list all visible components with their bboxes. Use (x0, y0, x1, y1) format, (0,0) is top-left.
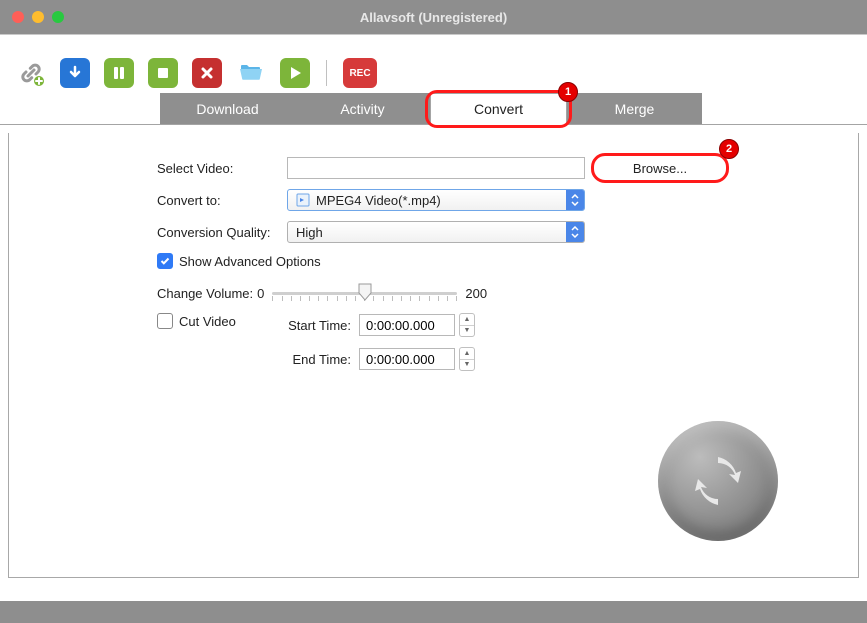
start-time-label: Start Time: (269, 318, 359, 333)
tab-convert-label: Convert (474, 101, 523, 117)
stepper-down-icon[interactable]: ▼ (460, 360, 474, 371)
convert-panel: Select Video: Browse... 2 Convert to: MP… (8, 133, 859, 578)
folder-open-icon[interactable] (236, 58, 266, 88)
play-icon[interactable] (280, 58, 310, 88)
dropdown-arrow-icon (566, 190, 584, 210)
stop-icon[interactable] (148, 58, 178, 88)
end-time-label: End Time: (269, 352, 359, 367)
dropdown-arrow-icon (566, 222, 584, 242)
check-icon (160, 256, 170, 266)
tab-convert[interactable]: Convert 1 (430, 93, 567, 125)
convert-to-select[interactable]: MPEG4 Video(*.mp4) (287, 189, 585, 211)
tab-download[interactable]: Download (160, 93, 295, 125)
change-volume-label: Change Volume: (157, 286, 253, 301)
link-add-icon[interactable] (16, 58, 46, 88)
show-advanced-checkbox[interactable] (157, 253, 173, 269)
select-video-label: Select Video: (157, 161, 287, 176)
download-icon[interactable] (60, 58, 90, 88)
conversion-quality-label: Conversion Quality: (157, 225, 287, 240)
toolbar: REC (0, 53, 867, 93)
annotation-highlight-browse (591, 153, 729, 183)
conversion-quality-value: High (296, 225, 323, 240)
start-time-input[interactable] (359, 314, 455, 336)
title-bar: Allavsoft (Unregistered) (0, 0, 867, 34)
record-icon[interactable]: REC (343, 58, 377, 88)
refresh-icon (690, 453, 746, 509)
tab-bar: Download Activity Convert 1 Merge (0, 93, 867, 125)
annotation-badge-1: 1 (558, 82, 578, 102)
tab-activity[interactable]: Activity (295, 93, 430, 125)
show-advanced-label: Show Advanced Options (179, 254, 321, 269)
volume-slider[interactable] (272, 283, 457, 303)
delete-icon[interactable] (192, 58, 222, 88)
end-time-input[interactable] (359, 348, 455, 370)
browse-button[interactable]: Browse... 2 (595, 157, 725, 179)
volume-min-label: 0 (257, 286, 264, 301)
stepper-up-icon[interactable]: ▲ (460, 348, 474, 360)
window-title: Allavsoft (Unregistered) (0, 10, 867, 25)
file-type-icon (296, 193, 310, 207)
toolbar-separator (326, 60, 327, 86)
cut-video-label: Cut Video (179, 314, 236, 329)
annotation-badge-2: 2 (719, 139, 739, 159)
slider-thumb-icon[interactable] (357, 283, 373, 299)
convert-to-label: Convert to: (157, 193, 287, 208)
end-time-stepper[interactable]: ▲▼ (459, 347, 475, 371)
tab-merge[interactable]: Merge (567, 93, 702, 125)
convert-to-value: MPEG4 Video(*.mp4) (316, 193, 441, 208)
pause-icon[interactable] (104, 58, 134, 88)
conversion-quality-select[interactable]: High (287, 221, 585, 243)
convert-action-button[interactable] (658, 421, 778, 541)
start-time-stepper[interactable]: ▲▼ (459, 313, 475, 337)
status-bar (0, 601, 867, 623)
select-video-input[interactable] (287, 157, 585, 179)
volume-max-label: 200 (465, 286, 487, 301)
stepper-up-icon[interactable]: ▲ (460, 314, 474, 326)
cut-video-checkbox[interactable] (157, 313, 173, 329)
stepper-down-icon[interactable]: ▼ (460, 326, 474, 337)
